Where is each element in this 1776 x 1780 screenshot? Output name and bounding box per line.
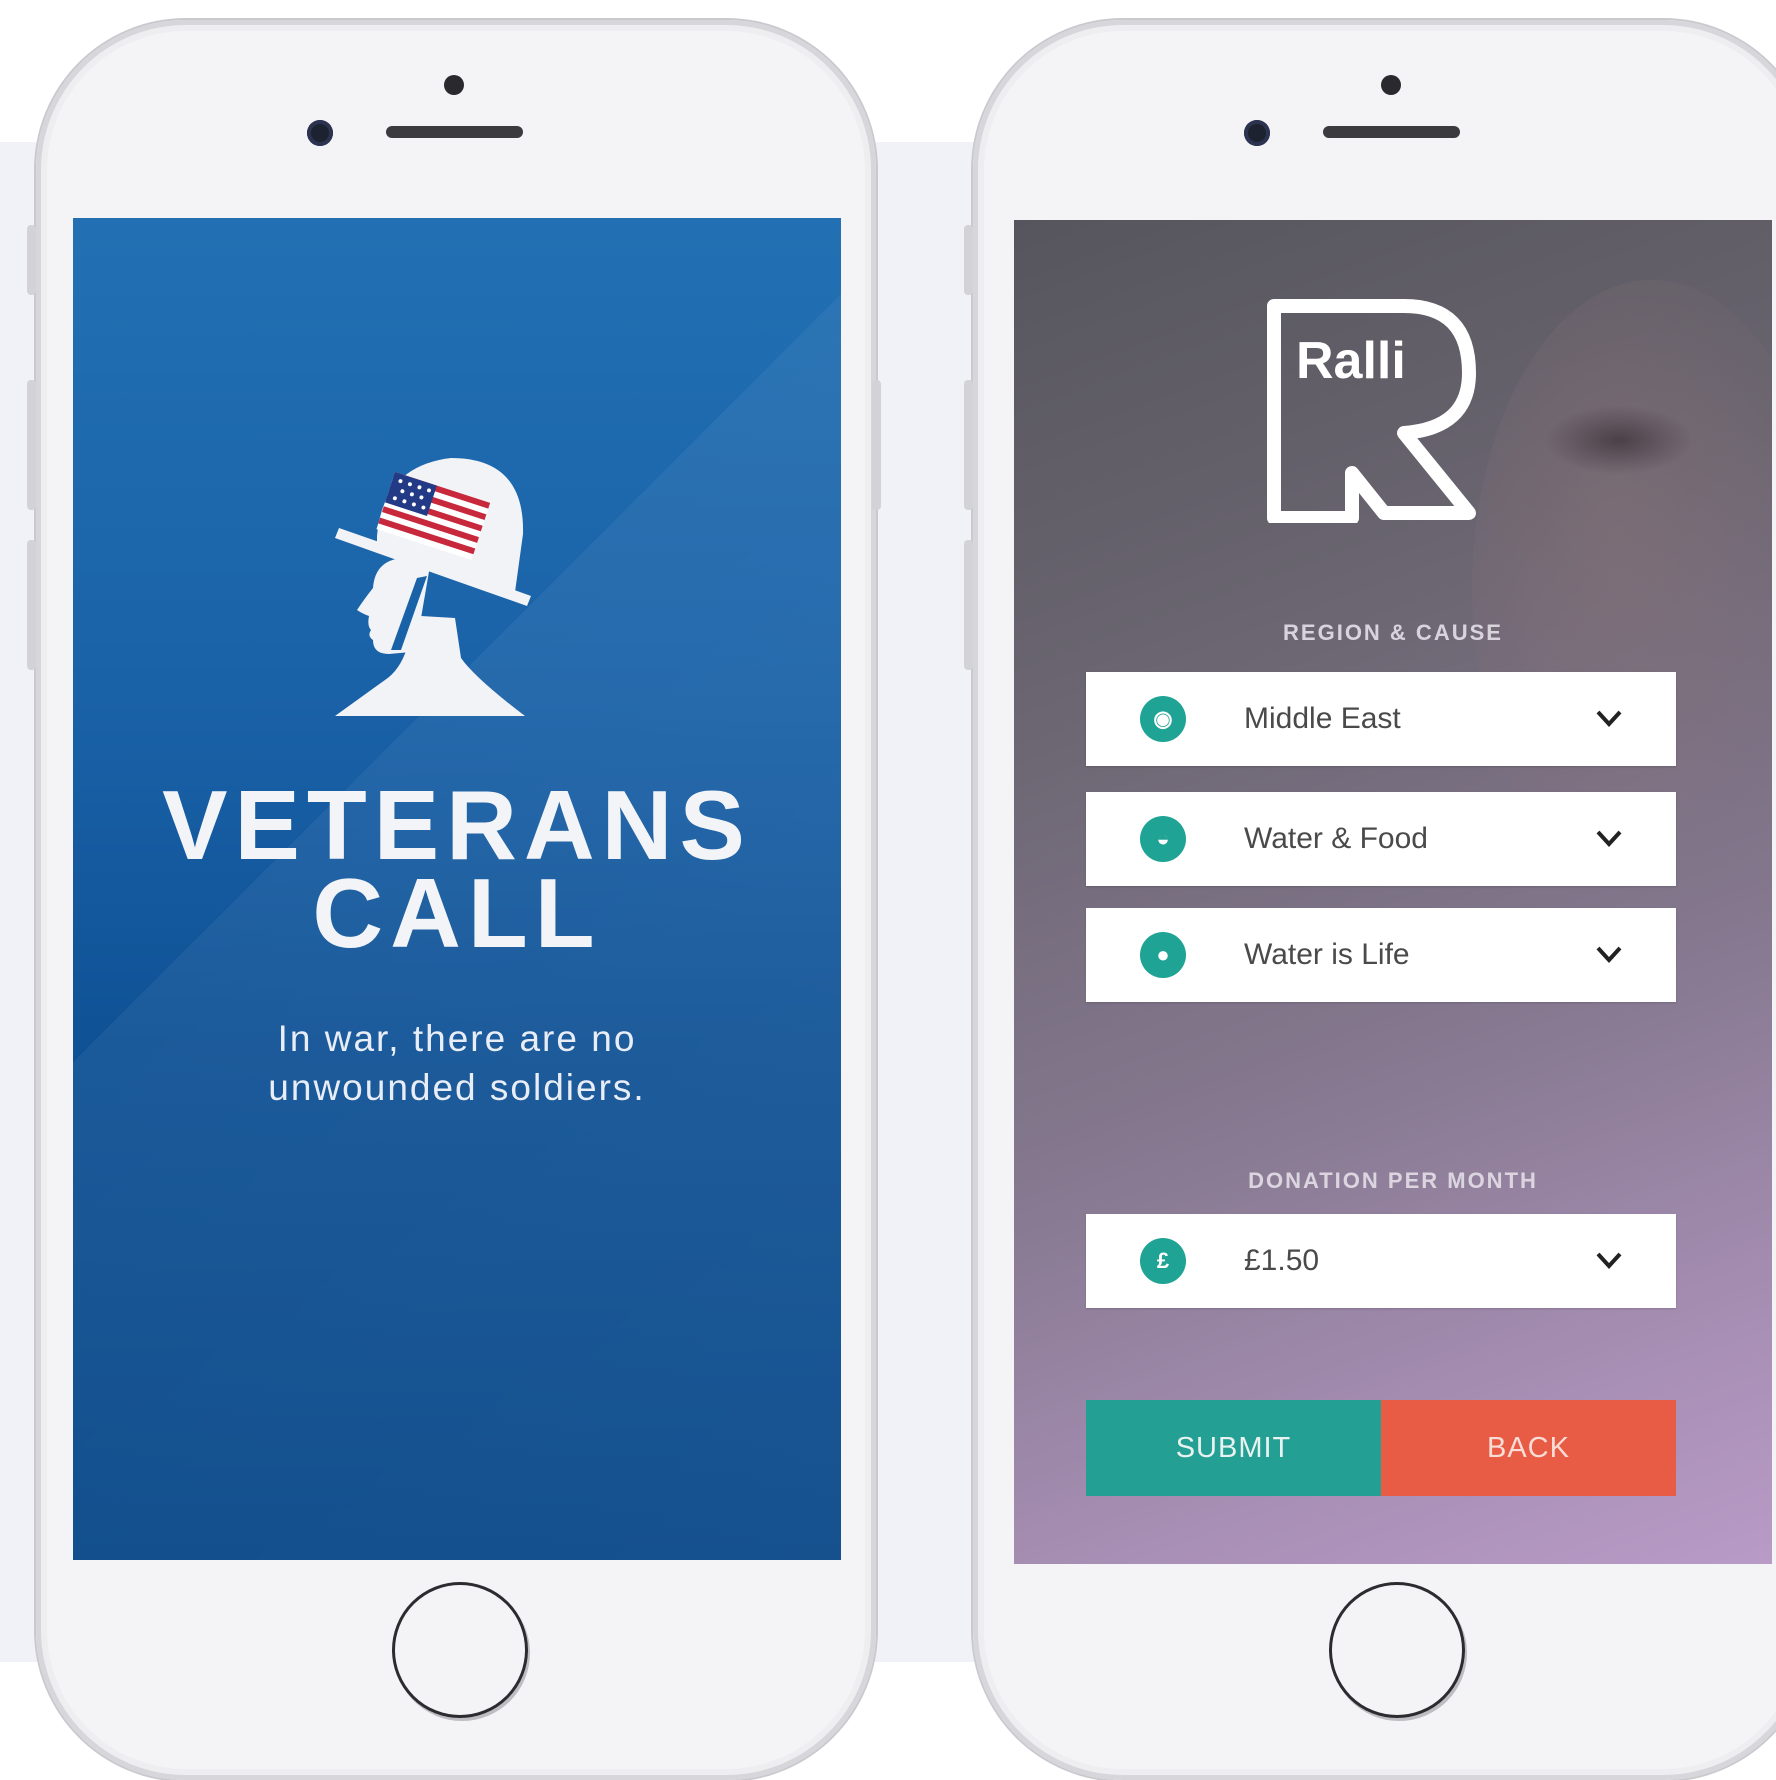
chevron-down-icon: [1596, 946, 1622, 963]
submit-button[interactable]: SUBMIT: [1086, 1400, 1381, 1496]
veteran-helmet-logo: [335, 458, 531, 716]
proximity-sensor: [444, 75, 464, 95]
bowl-icon: ◒: [1140, 816, 1186, 862]
volume-up-button: [27, 380, 36, 510]
donation-amount-value: £1.50: [1244, 1244, 1320, 1277]
background-photo-eye: [1544, 405, 1694, 475]
pound-icon: £: [1140, 1238, 1186, 1284]
water-drop-icon: ●: [1140, 932, 1186, 978]
power-button: [872, 380, 881, 510]
home-button[interactable]: [392, 1582, 528, 1718]
tagline-line1: In war, there are no: [277, 1018, 637, 1059]
chevron-down-icon: [1596, 830, 1622, 847]
campaign-select-value: Water is Life: [1244, 938, 1410, 971]
ralli-logo: Ralli: [1267, 299, 1476, 523]
mute-switch: [27, 225, 36, 295]
back-button[interactable]: BACK: [1381, 1400, 1676, 1496]
donation-per-month-label: DONATION PER MONTH: [1248, 1168, 1538, 1193]
earpiece-speaker: [1323, 126, 1460, 138]
ralli-donation-screen: Ralli REGION & CAUSE ◉ Middle East ◒ Wat…: [1014, 220, 1772, 1564]
earpiece-speaker: [386, 126, 523, 138]
region-select-value: Middle East: [1244, 702, 1401, 735]
chevron-down-icon: [1596, 1252, 1622, 1269]
home-button[interactable]: [1329, 1582, 1465, 1718]
app-title-line2: CALL: [312, 858, 602, 968]
chevron-down-icon: [1596, 710, 1622, 727]
ralli-logo-text: Ralli: [1296, 332, 1406, 390]
region-cause-label: REGION & CAUSE: [1283, 620, 1503, 645]
proximity-sensor: [1381, 75, 1401, 95]
globe-icon: ◉: [1140, 696, 1186, 742]
mute-switch: [964, 225, 973, 295]
donation-amount-select[interactable]: £ £1.50: [1086, 1214, 1676, 1308]
volume-down-button: [964, 540, 973, 670]
volume-down-button: [27, 540, 36, 670]
campaign-select[interactable]: ● Water is Life: [1086, 908, 1676, 1002]
cause-select[interactable]: ◒ Water & Food: [1086, 792, 1676, 886]
region-select[interactable]: ◉ Middle East: [1086, 672, 1676, 766]
tagline-line2: unwounded soldiers.: [268, 1067, 646, 1108]
front-camera: [307, 120, 333, 146]
veterans-call-screen: VETERANS CALL In war, there are no unwou…: [73, 218, 841, 1560]
front-camera: [1244, 120, 1270, 146]
volume-up-button: [964, 380, 973, 510]
cause-select-value: Water & Food: [1244, 822, 1428, 855]
app-title-line1: VETERANS: [162, 770, 752, 880]
